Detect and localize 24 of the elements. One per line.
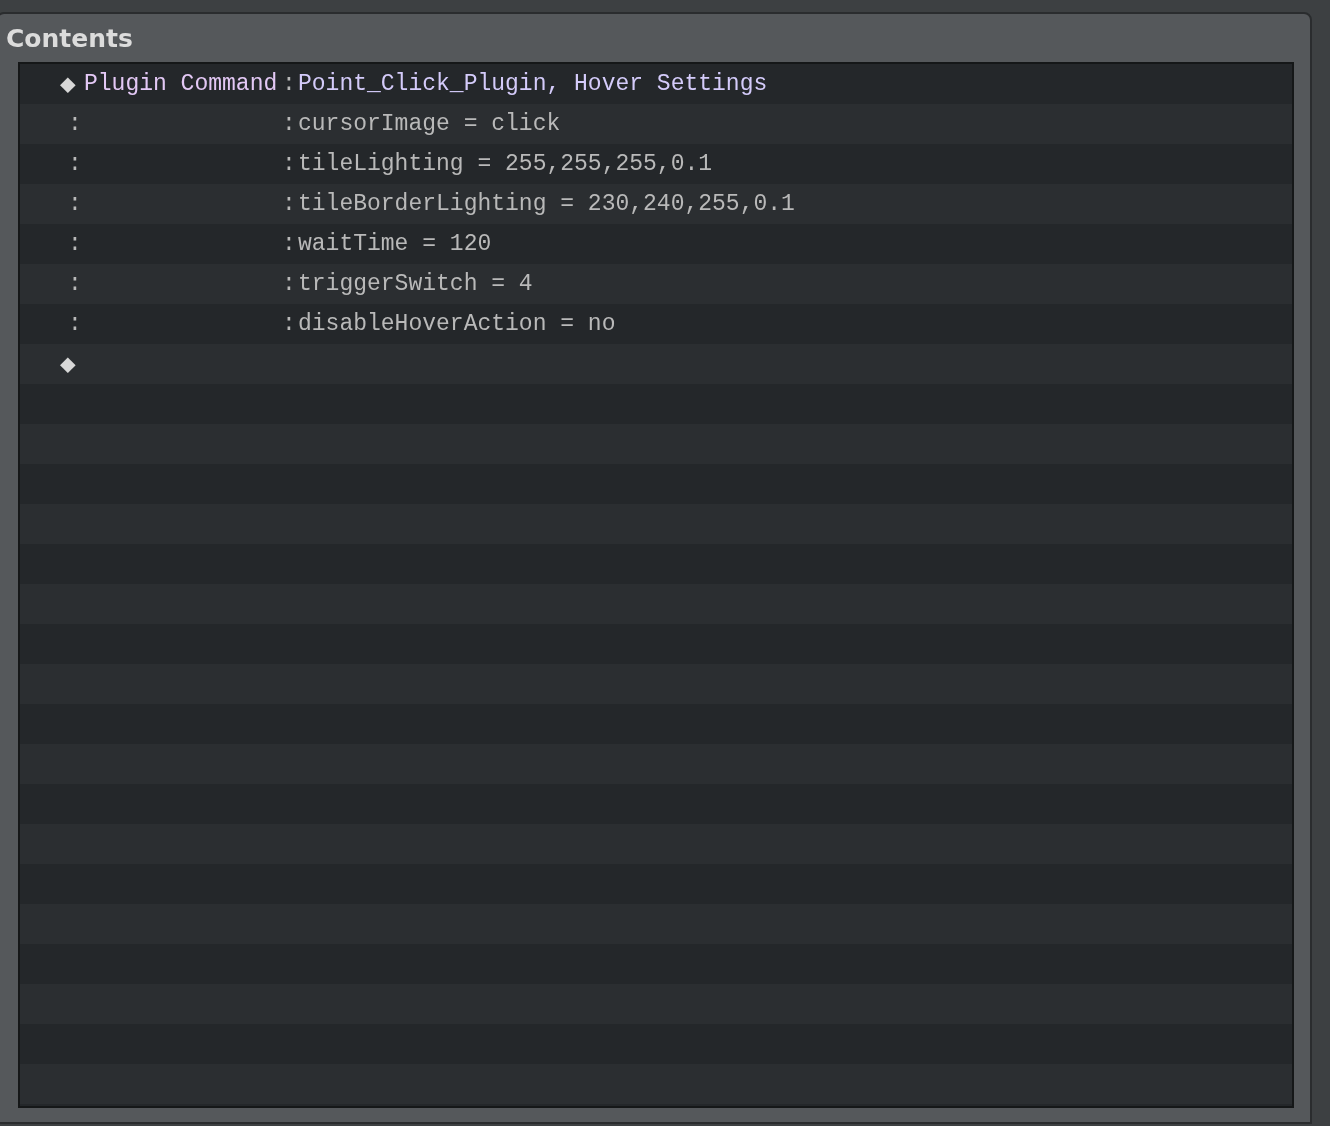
command-value: Point_Click_Plugin, Hover Settings [298,71,768,97]
separator: : [281,231,297,257]
row-marker: ◆ [59,69,77,100]
row-marker: : [67,231,83,257]
parameter-text: disableHoverAction = no [298,311,616,337]
parameter-text: cursorImage = click [298,111,561,137]
parameter-text: waitTime = 120 [298,231,492,257]
row-marker: : [67,191,83,217]
separator: : [281,151,297,177]
separator: : [281,191,297,217]
separator: : [281,111,297,137]
command-label: Plugin Command [84,71,279,97]
parameter-text: tileBorderLighting = 230,240,255,0.1 [298,191,795,217]
row-marker: : [67,151,83,177]
row-marker: : [67,271,83,297]
parameter-text: triggerSwitch = 4 [298,271,533,297]
row-marker: : [67,111,83,137]
separator: : [281,271,297,297]
row-marker: ◆ [59,349,77,380]
separator: : [281,71,297,97]
separator: : [281,311,297,337]
row-marker: : [67,311,83,337]
panel-title: Contents [6,23,134,55]
parameter-text: tileLighting = 255,255,255,0.1 [298,151,713,177]
